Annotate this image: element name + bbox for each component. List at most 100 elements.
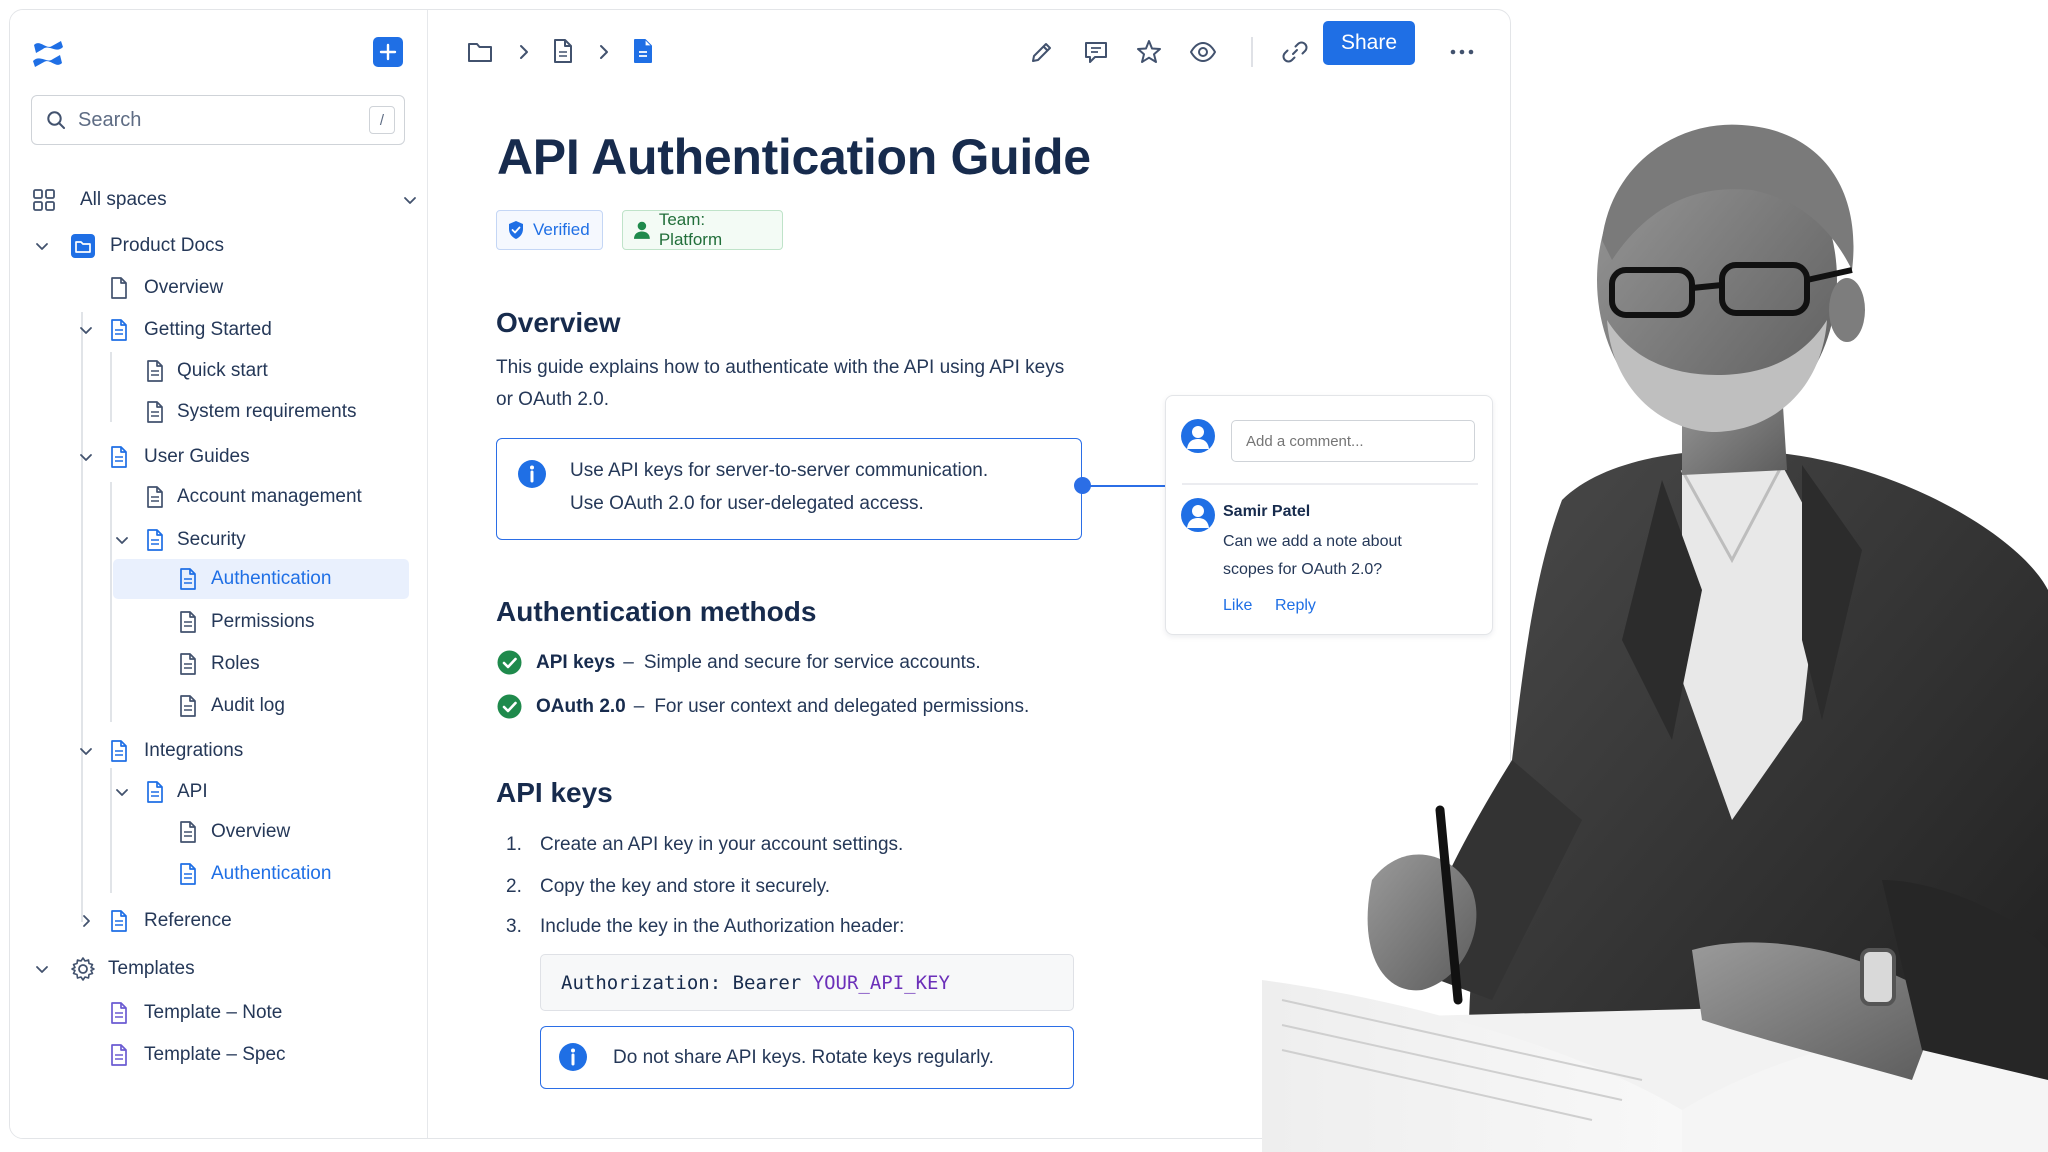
sidebar-item-roles[interactable]: Roles [113,646,409,682]
search-input[interactable]: Search / [31,95,405,145]
chevron-down-icon[interactable] [34,238,50,254]
step-item: 1. Create an API key in your account sett… [506,834,903,856]
avatar [1181,419,1215,453]
all-spaces-item[interactable]: All spaces [32,182,422,218]
sidebar-item-templates[interactable]: Templates [30,951,410,987]
share-button[interactable]: Share [1323,21,1415,65]
sidebar-item-label: Getting Started [144,319,272,340]
method-item: OAuth 2.0 – For user context and delegat… [497,694,1029,719]
sidebar-item-security[interactable]: Security [110,522,410,558]
overview-text-line: or OAuth 2.0. [496,389,610,410]
current-page-icon[interactable] [629,37,657,65]
page-icon [111,446,127,468]
more-icon[interactable] [1448,38,1476,66]
sidebar-item-audit-log[interactable]: Audit log [113,688,409,724]
shield-check-icon [509,221,523,239]
sidebar-item-label: API [177,781,208,802]
method-description: Simple and secure for service accounts. [643,651,981,673]
person-icon [633,221,650,239]
link-icon[interactable] [1281,38,1309,66]
info-icon [518,460,546,488]
page-icon [180,568,196,590]
sidebar-item-permissions[interactable]: Permissions [113,604,409,640]
chevron-down-icon[interactable] [78,449,94,465]
sidebar-item-authentication[interactable]: Authentication [113,559,409,599]
like-link[interactable]: Like [1223,597,1252,615]
sidebar-item-api-authentication[interactable]: Authentication [113,856,409,892]
code-text: Authorization: Bearer [561,971,813,994]
page-icon [111,319,127,341]
pencil-icon[interactable] [1028,38,1056,66]
sidebar-item-template-note[interactable]: Template – Note [80,995,410,1031]
all-spaces-label: All spaces [80,189,167,210]
gear-icon [71,957,95,981]
sidebar-item-user-guides[interactable]: User Guides [70,439,410,475]
sidebar-space-product-docs[interactable]: Product Docs [30,228,420,264]
method-dash: – [633,695,645,717]
chevron-down-icon[interactable] [114,532,130,548]
method-item: API keys – Simple and secure for service… [497,650,981,675]
search-shortcut-key: / [369,106,395,134]
user-icon [1187,505,1209,528]
sidebar-item-label: Authentication [211,863,332,884]
verified-badge-label: Verified [533,220,590,239]
info-callout: Use API keys for server-to-server commun… [496,438,1082,540]
verified-badge[interactable]: Verified [496,210,603,250]
star-icon[interactable] [1135,38,1163,66]
chevron-right-icon[interactable] [78,913,94,929]
sidebar-item-label: Account management [177,486,362,507]
team-badge[interactable]: Team: Platform [622,210,783,250]
step-item: 3. Include the key in the Authorization h… [506,916,904,938]
method-term: OAuth 2.0 [536,695,626,717]
method-dash: – [623,651,634,673]
chevron-down-icon[interactable] [78,743,94,759]
sidebar-item-overview[interactable]: Overview [80,270,410,306]
confluence-logo[interactable] [30,36,66,72]
eye-icon[interactable] [1189,38,1217,66]
step-text: Create an API key in your account settin… [540,834,904,855]
sidebar-item-label: Overview [211,821,291,842]
chevron-down-icon[interactable] [114,784,130,800]
sidebar-item-getting-started[interactable]: Getting Started [70,312,410,348]
folder-icon[interactable] [466,38,494,66]
comment-anchor-dot[interactable] [1074,477,1091,494]
method-term: API keys [536,651,616,673]
overview-text-line: This guide explains how to authenticate … [496,357,1065,378]
warning-callout: Do not share API keys. Rotate keys regul… [540,1026,1074,1089]
chevron-down-icon[interactable] [34,961,50,977]
sidebar-item-label: Permissions [211,611,315,632]
sidebar-item-quick-start[interactable]: Quick start [110,353,410,389]
template-page-icon [111,1044,127,1066]
sidebar-item-integrations[interactable]: Integrations [70,733,410,769]
create-button[interactable] [373,37,403,67]
page-icon[interactable] [549,37,577,65]
check-circle-icon [497,650,522,675]
sidebar-item-reference[interactable]: Reference [70,903,410,939]
sidebar-item-label: Reference [144,910,232,931]
sidebar-item-label: Security [177,529,246,550]
code-block[interactable]: Authorization: Bearer YOUR_API_KEY [540,954,1074,1011]
page-icon [111,740,127,762]
sidebar-item-label: Audit log [211,695,285,716]
page-icon [180,695,196,717]
sidebar: Search / All spaces Product Docs Overvie… [10,10,428,1138]
person-writing-photo [1262,124,2048,1152]
sidebar-item-api[interactable]: API [110,774,410,810]
page-icon [180,821,196,843]
page-icon [147,360,163,382]
plus-icon [379,43,397,61]
folder-icon [71,234,95,258]
sidebar-item-template-spec[interactable]: Template – Spec [80,1037,410,1073]
sidebar-item-api-overview[interactable]: Overview [113,814,409,850]
sidebar-item-label: Template – Spec [144,1044,286,1065]
api-keys-heading: API keys [496,777,613,808]
sidebar-item-account-management[interactable]: Account management [110,479,410,515]
comment-icon[interactable] [1082,38,1110,66]
chevron-down-icon[interactable] [78,322,94,338]
template-page-icon [111,1002,127,1024]
chevron-right-icon [520,45,528,59]
sidebar-item-system-requirements[interactable]: System requirements [110,394,410,430]
page-icon [147,529,163,551]
step-text: Copy the key and store it securely. [540,876,831,897]
chevron-down-icon[interactable] [402,192,418,208]
